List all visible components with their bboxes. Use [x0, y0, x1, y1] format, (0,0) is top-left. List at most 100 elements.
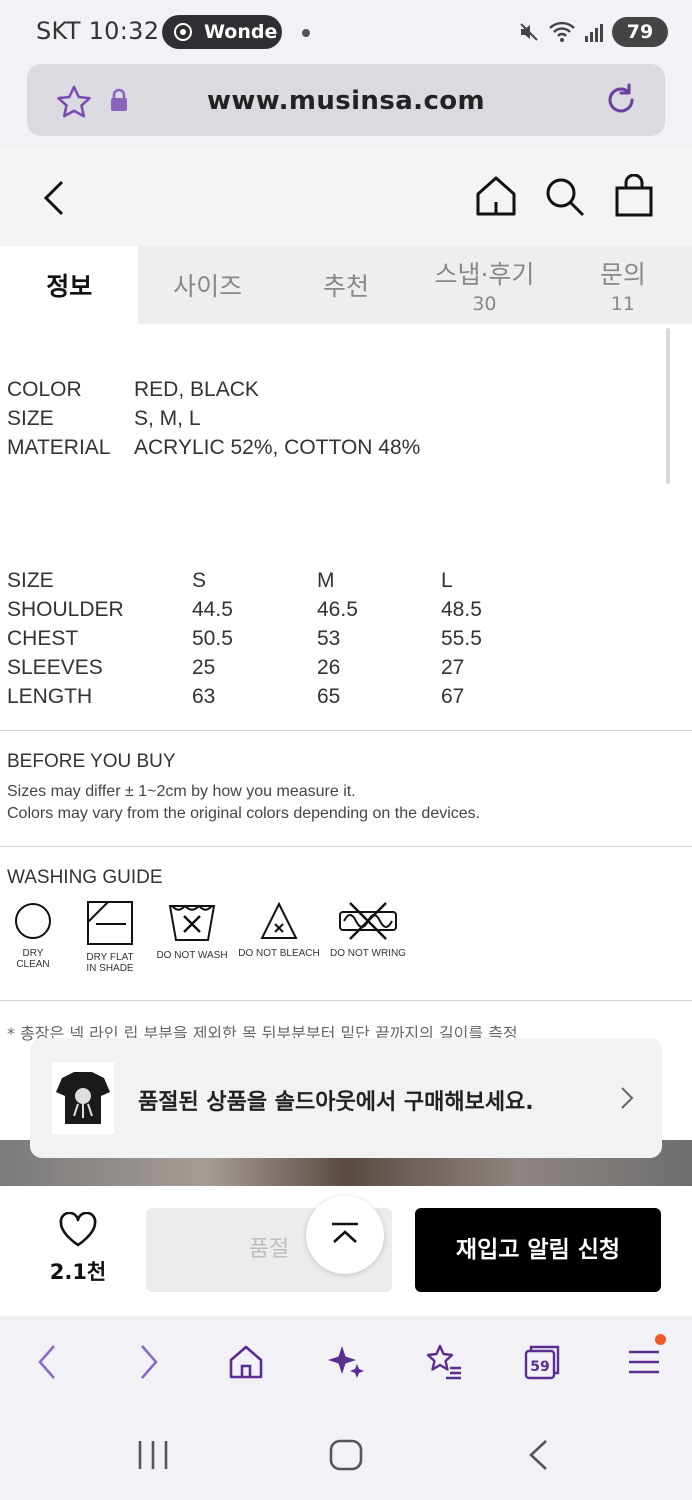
browser-url-area: www.musinsa.com: [0, 64, 692, 148]
soldout-banner[interactable]: 품절된 상품을 솔드아웃에서 구매해보세요.: [30, 1038, 662, 1158]
table-cell: 50.5: [192, 627, 233, 650]
active-app-pill[interactable]: Wonde: [162, 15, 282, 49]
tabs-icon: 59: [524, 1345, 560, 1380]
table-cell: 48.5: [441, 598, 482, 621]
media-icon: [174, 23, 192, 41]
table-row: CHEST 50.5 53 55.5: [7, 627, 482, 656]
sparkle-icon[interactable]: [326, 1342, 366, 1382]
tab-label: 추천: [323, 272, 370, 301]
product-thumbnail: [52, 1062, 114, 1134]
section-title: WASHING GUIDE: [7, 867, 163, 888]
table-cell: 26: [317, 656, 341, 679]
active-app-label: Wonde: [204, 21, 278, 43]
like-button[interactable]: 2.1천: [46, 1211, 110, 1286]
status-bar: SKT 10:32 Wonde 79: [0, 0, 692, 64]
table-cell: LENGTH: [7, 685, 93, 708]
mute-icon: [520, 23, 538, 41]
product-spec: COLOR RED, BLACK SIZE S, M, L MATERIAL ACRY…: [7, 378, 420, 465]
wash-label: DO NOT BLEACH: [238, 948, 320, 959]
wash-item: DRY FLAT IN SHADE: [82, 900, 138, 974]
table-cell: 63: [192, 685, 216, 708]
notice-line: Colors may vary from the original colors…: [7, 805, 481, 822]
table-cell: SHOULDER: [7, 598, 124, 621]
status-icons: 79: [518, 16, 668, 48]
size-table: SIZE S M L SHOULDER 44.5 46.5 48.5 CHEST…: [7, 569, 482, 714]
table-row: SHOULDER 44.5 46.5 48.5: [7, 598, 482, 627]
url-text[interactable]: www.musinsa.com: [27, 86, 665, 116]
browser-back-icon[interactable]: [28, 1342, 68, 1382]
carrier-time: SKT 10:32: [36, 17, 160, 45]
table-header: SIZE S M L: [7, 569, 482, 598]
do-not-wring-icon: [339, 902, 397, 940]
search-icon[interactable]: [544, 176, 586, 218]
wash-label: IN SHADE: [86, 963, 134, 974]
scroll-top-icon: [332, 1222, 358, 1243]
tab-inquiry[interactable]: 문의 11: [554, 246, 692, 324]
bookmarks-icon[interactable]: [424, 1342, 464, 1382]
like-count: 2.1천: [49, 1260, 107, 1284]
tab-label: 문의: [599, 260, 646, 289]
reload-icon[interactable]: [603, 82, 639, 118]
browser-toolbar: 59: [0, 1316, 692, 1408]
heart-icon: [59, 1211, 97, 1247]
tab-label: 정보: [46, 272, 93, 301]
battery-indicator: 79: [612, 17, 668, 47]
dry-clean-icon: [15, 903, 51, 939]
tshirt-image: [56, 1072, 110, 1124]
dry-flat-icon: [87, 901, 133, 945]
spec-value: RED, BLACK: [134, 378, 259, 401]
browser-home-icon[interactable]: [226, 1342, 266, 1382]
recent-apps-icon[interactable]: [136, 1438, 170, 1472]
spec-key: SIZE: [7, 407, 54, 430]
system-home-icon[interactable]: [328, 1438, 364, 1472]
table-cell: 67: [441, 685, 465, 708]
banner-text: 품절된 상품을 솔드아웃에서 구매해보세요.: [138, 1090, 534, 1115]
url-bar[interactable]: www.musinsa.com: [27, 64, 665, 136]
tab-recommend[interactable]: 추천: [277, 246, 415, 324]
restock-alert-button[interactable]: 재입고 알림 신청: [415, 1208, 661, 1292]
spec-row: MATERIAL ACRYLIC 52%, COTTON 48%: [7, 436, 420, 465]
menu-button[interactable]: [624, 1334, 666, 1382]
wash-item: DO NOT WASH: [154, 900, 230, 961]
app-header: [0, 148, 692, 246]
tab-label: 사이즈: [173, 272, 243, 301]
before-you-buy: BEFORE YOU BUY Sizes may differ ± 1~2cm …: [7, 751, 480, 825]
product-tabs: 정보 사이즈 추천 스냅·후기 30 문의 11: [0, 246, 692, 324]
washing-icons: DRY CLEAN DRY FLAT IN SHADE DO NOT WASH …: [0, 900, 692, 986]
browser-forward-icon[interactable]: [128, 1342, 168, 1382]
scroll-top-button[interactable]: [306, 1196, 384, 1274]
wash-item: DO NOT WRING: [328, 900, 408, 959]
shopping-bag-icon[interactable]: [614, 174, 654, 218]
tab-count: 11: [610, 293, 635, 315]
spec-key: MATERIAL: [7, 436, 111, 459]
spec-row: COLOR RED, BLACK: [7, 378, 420, 407]
table-header-cell: S: [192, 569, 207, 592]
system-back-icon[interactable]: [526, 1438, 552, 1472]
wash-label: DRY FLAT: [86, 952, 134, 963]
table-cell: 46.5: [317, 598, 358, 621]
tab-info[interactable]: 정보: [0, 246, 139, 324]
spec-value: ACRYLIC 52%, COTTON 48%: [134, 436, 421, 459]
table-row: LENGTH 63 65 67: [7, 685, 482, 714]
buy-bar: 2.1천 품절 재입고 알림 신청: [0, 1186, 692, 1316]
tab-size[interactable]: 사이즈: [138, 246, 276, 324]
table-cell: 27: [441, 656, 465, 679]
table-header-cell: SIZE: [7, 569, 54, 592]
back-icon[interactable]: [40, 178, 68, 218]
do-not-wash-icon: [168, 904, 216, 941]
table-cell: CHEST: [7, 627, 79, 650]
spec-value: S, M, L: [134, 407, 201, 430]
tabs-button[interactable]: 59: [522, 1342, 562, 1382]
wash-label: DO NOT WRING: [330, 948, 406, 959]
wifi-icon: [549, 21, 575, 42]
do-not-bleach-icon: [260, 901, 298, 939]
table-cell: 53: [317, 627, 341, 650]
table-cell: 65: [317, 685, 341, 708]
table-header-cell: L: [441, 569, 453, 592]
signal-icon: [585, 24, 603, 42]
wash-label: DO NOT WASH: [156, 950, 228, 961]
tab-snap-review[interactable]: 스냅·후기 30: [415, 246, 553, 324]
home-icon[interactable]: [474, 174, 518, 218]
scrollbar[interactable]: [666, 328, 670, 484]
tabs-count: 59: [530, 1359, 549, 1375]
